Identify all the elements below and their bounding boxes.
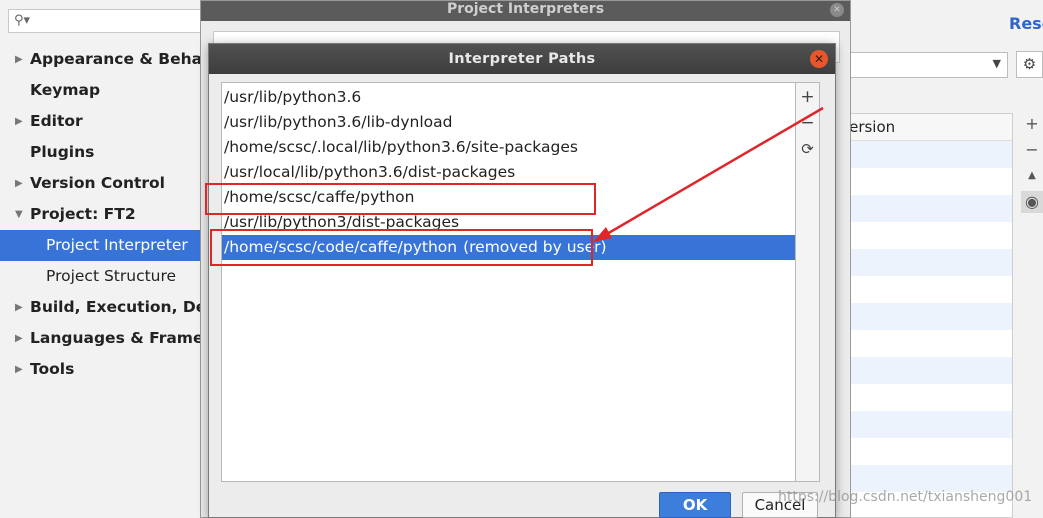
sidebar-item-plugins[interactable]: Plugins xyxy=(0,137,205,168)
path-text: /usr/local/lib/python3.6/dist-packages xyxy=(224,163,516,181)
table-row[interactable] xyxy=(839,465,1012,492)
table-row[interactable] xyxy=(839,168,1012,195)
reset-link[interactable]: Reset xyxy=(1009,14,1043,33)
annotation-box-removed-path xyxy=(210,229,593,266)
table-row[interactable] xyxy=(839,195,1012,222)
table-row[interactable] xyxy=(839,303,1012,330)
chevron-right-icon[interactable]: ▶ xyxy=(15,354,23,385)
remove-package-icon[interactable]: − xyxy=(1021,139,1043,161)
watermark: https://blog.csdn.net/txiansheng001 xyxy=(778,489,1033,505)
close-icon[interactable]: ✕ xyxy=(830,3,844,17)
table-row[interactable] xyxy=(839,330,1012,357)
remove-path-icon[interactable]: − xyxy=(796,111,819,135)
add-package-icon[interactable]: + xyxy=(1021,113,1043,135)
interpreter-paths-dialog: Interpreter Paths ✕ /usr/lib/python3.6/u… xyxy=(208,43,836,518)
annotation-box-caffe-path xyxy=(205,183,596,215)
chevron-right-icon[interactable]: ▶ xyxy=(15,323,23,354)
table-row[interactable] xyxy=(839,411,1012,438)
sidebar-item-label: Plugins xyxy=(30,143,95,161)
close-icon[interactable]: ✕ xyxy=(810,50,828,68)
sidebar-item-label: Keymap xyxy=(30,81,101,99)
chevron-right-icon[interactable]: ▶ xyxy=(15,44,23,75)
sidebar-item-label: Version Control xyxy=(30,174,165,192)
sidebar-item-tools[interactable]: ▶ Tools xyxy=(0,354,205,385)
packages-table-header: Version xyxy=(839,114,1012,141)
path-text: /usr/lib/python3.6/lib-dynload xyxy=(224,113,453,131)
project-interpreters-title: Project Interpreters xyxy=(201,1,850,21)
sidebar-item-version-control[interactable]: ▶ Version Control xyxy=(0,168,205,199)
sidebar-item-label: Editor xyxy=(30,112,83,130)
sidebar-item-project-ft2[interactable]: ▼ Project: FT2 xyxy=(0,199,205,230)
sidebar-item-label: Appearance & Behavior xyxy=(30,50,205,68)
sidebar-item-languages-frameworks[interactable]: ▶ Languages & Frameworks xyxy=(0,323,205,354)
chevron-down-icon: ▼ xyxy=(992,57,1001,70)
sidebar-item-label: Project: FT2 xyxy=(30,205,136,223)
table-row[interactable] xyxy=(839,357,1012,384)
sidebar-item-label: Build, Execution, Deployment xyxy=(30,298,205,316)
sidebar-item-appearance-behavior[interactable]: ▶ Appearance & Behavior xyxy=(0,44,205,75)
gear-icon[interactable]: ⚙ xyxy=(1016,51,1043,78)
sidebar-item-label: Tools xyxy=(30,360,75,378)
table-row[interactable] xyxy=(839,276,1012,303)
sidebar-item-label: Languages & Frameworks xyxy=(30,329,205,347)
packages-toolbar: + − ▲ ◉ xyxy=(1021,113,1043,518)
list-item[interactable]: /usr/lib/python3.6 xyxy=(222,85,795,110)
paths-toolbar: + − ⟳ xyxy=(796,82,820,482)
table-row[interactable] xyxy=(839,249,1012,276)
add-path-icon[interactable]: + xyxy=(796,85,819,109)
chevron-down-icon[interactable]: ▼ xyxy=(15,199,23,230)
table-row[interactable] xyxy=(839,222,1012,249)
path-text: /home/scsc/.local/lib/python3.6/site-pac… xyxy=(224,138,578,156)
chevron-right-icon[interactable]: ▶ xyxy=(15,168,23,199)
sidebar-item-build-execution-deployment[interactable]: ▶ Build, Execution, Deployment xyxy=(0,292,205,323)
reload-icon[interactable]: ⟳ xyxy=(796,137,819,161)
chevron-right-icon[interactable]: ▶ xyxy=(15,106,23,137)
sidebar-item-label: Project Structure xyxy=(46,267,177,285)
sidebar-item-project-structure[interactable]: Project Structure xyxy=(0,261,205,292)
settings-search-input[interactable]: ⚲▾ xyxy=(8,9,203,33)
eye-icon[interactable]: ◉ xyxy=(1021,191,1043,213)
sidebar-item-label: Project Interpreter xyxy=(46,236,188,254)
sidebar-item-keymap[interactable]: Keymap xyxy=(0,75,205,106)
ok-button[interactable]: OK xyxy=(659,492,731,518)
list-item[interactable]: /usr/lib/python3.6/lib-dynload xyxy=(222,110,795,135)
table-row[interactable] xyxy=(839,438,1012,465)
packages-table: Version xyxy=(838,113,1013,518)
chevron-right-icon[interactable]: ▶ xyxy=(15,292,23,323)
list-item[interactable]: /home/scsc/.local/lib/python3.6/site-pac… xyxy=(222,135,795,160)
upgrade-package-icon[interactable]: ▲ xyxy=(1021,165,1043,187)
interpreter-combo[interactable]: ▼ xyxy=(838,52,1008,78)
search-icon: ⚲▾ xyxy=(14,13,31,28)
table-row[interactable] xyxy=(839,141,1012,168)
table-row[interactable] xyxy=(839,384,1012,411)
sidebar-item-editor[interactable]: ▶ Editor xyxy=(0,106,205,137)
settings-sidebar: ⚲▾ ▶ Appearance & Behavior Keymap ▶ Editor Pl… xyxy=(0,0,206,518)
sidebar-item-project-interpreter[interactable]: Project Interpreter xyxy=(0,230,205,261)
list-item[interactable]: /usr/local/lib/python3.6/dist-packages xyxy=(222,160,795,185)
dialog-title: Interpreter Paths xyxy=(209,44,835,74)
path-text: /usr/lib/python3.6 xyxy=(224,88,362,106)
interpreter-paths-list[interactable]: /usr/lib/python3.6/usr/lib/python3.6/lib… xyxy=(221,82,796,482)
